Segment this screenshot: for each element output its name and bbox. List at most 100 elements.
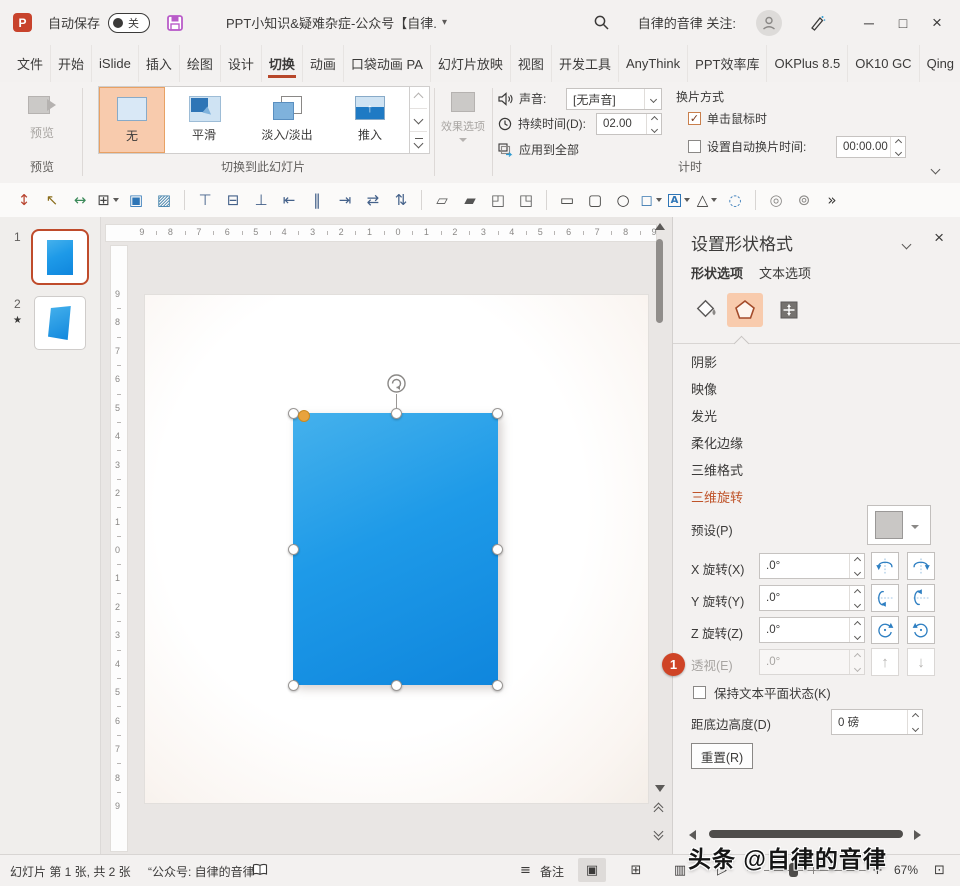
scroll-left-arrow[interactable] (689, 830, 696, 840)
auto-advance-checkbox[interactable] (688, 140, 701, 153)
tab-shape-options[interactable]: 形状选项 (691, 263, 743, 282)
align-right-button[interactable]: ⇥ (331, 187, 359, 213)
title-dropdown-caret-icon[interactable]: ▾ (442, 17, 447, 28)
save-icon[interactable] (166, 14, 184, 32)
ribbon-tab-14[interactable]: PPT效率库 (688, 45, 767, 82)
ribbon-tab-13[interactable]: AnyThink (619, 45, 688, 82)
spinner-arrows[interactable] (849, 586, 864, 610)
scroll-right-arrow[interactable] (914, 830, 921, 840)
more-shapes-button[interactable]: ◻ (637, 187, 665, 213)
resize-handle-middle-left[interactable] (288, 544, 299, 555)
pen-tools-icon[interactable] (808, 14, 826, 32)
spinner-arrows[interactable] (849, 618, 864, 642)
ribbon-tab-5[interactable]: 绘图 (180, 45, 221, 82)
rotation-x-spinbox[interactable]: .0° (759, 553, 865, 579)
scroll-up-arrow[interactable] (655, 223, 665, 230)
transition-fade[interactable]: 淡入/淡出 (243, 87, 331, 153)
rotate-x-right-button[interactable] (907, 552, 935, 580)
autosave-toggle[interactable]: 关 (108, 13, 150, 33)
fit-height-button[interactable]: ↕ (10, 187, 38, 213)
transition-push[interactable]: ↑ 推入 (331, 87, 409, 153)
spinner-arrows[interactable] (646, 114, 661, 134)
reset-button[interactable]: 重置(R) (691, 743, 753, 769)
shape-outline-button[interactable]: △ (693, 187, 721, 213)
gallery-scroll-up-button[interactable] (410, 87, 427, 109)
preset-dropdown[interactable] (867, 505, 931, 545)
dropdown-caret-icon[interactable] (911, 518, 919, 532)
slide-master-button[interactable]: ▣ (122, 187, 150, 213)
panel-section-1[interactable]: 阴影 (691, 349, 950, 376)
ribbon-tab-12[interactable]: 开发工具 (552, 45, 619, 82)
next-slide-button[interactable] (655, 831, 662, 839)
panel-section-3[interactable]: 发光 (691, 403, 950, 430)
ribbon-tab-10[interactable]: 幻灯片放映 (431, 45, 511, 82)
slide-thumbnail-1[interactable] (31, 229, 89, 285)
bring-forward-button[interactable]: ▱ (428, 187, 456, 213)
align-top-button[interactable]: ⊤ (191, 187, 219, 213)
merge-shapes-union-button[interactable]: ◎ (762, 187, 790, 213)
merge-shapes-combine-button[interactable]: ⊚ (790, 187, 818, 213)
panel-section-5[interactable]: 三维格式 (691, 457, 950, 484)
select-object-button[interactable]: ↖ (38, 187, 66, 213)
normal-view-button[interactable]: ▣ (578, 858, 606, 882)
gallery-expand-button[interactable] (410, 132, 427, 153)
collapse-panel-button[interactable] (903, 237, 910, 251)
minimize-button[interactable]: ─ (852, 7, 886, 39)
search-icon[interactable] (593, 14, 610, 31)
rounded-rectangle-shape-button[interactable]: ▢ (581, 187, 609, 213)
ellipse-shape-button[interactable]: ○ (609, 187, 637, 213)
ribbon-tab-16[interactable]: OK10 GC (848, 45, 919, 82)
ribbon-tab-8[interactable]: 动画 (303, 45, 344, 82)
selected-rectangle-shape[interactable] (293, 413, 498, 685)
distribute-vertical-button[interactable]: ⇅ (387, 187, 415, 213)
resize-handle-top-right[interactable] (492, 408, 503, 419)
rectangle-shape-button[interactable]: ▭ (553, 187, 581, 213)
resize-handle-middle-right[interactable] (492, 544, 503, 555)
resize-handle-bottom-right[interactable] (492, 680, 503, 691)
horizontal-scrollbar-thumb[interactable] (709, 830, 903, 838)
shape-adjust-handle[interactable] (298, 410, 310, 422)
rotation-y-spinbox[interactable]: .0° (759, 585, 865, 611)
rotate-y-down-button[interactable] (871, 584, 899, 612)
smart-align-button[interactable]: ↔ (66, 187, 94, 213)
ribbon-tab-11[interactable]: 视图 (511, 45, 552, 82)
align-left-button[interactable]: ⇤ (275, 187, 303, 213)
rotate-z-ccw-button[interactable] (871, 616, 899, 644)
rotate-y-up-button[interactable] (907, 584, 935, 612)
maximize-button[interactable]: □ (886, 7, 920, 39)
previous-slide-button[interactable] (655, 807, 662, 815)
preview-button[interactable]: 预览 (18, 88, 66, 148)
duration-spinbox[interactable]: 02.00 (596, 113, 662, 135)
size-properties-button[interactable] (771, 293, 807, 327)
sound-dropdown[interactable]: [无声音] (566, 88, 662, 110)
ribbon-tab-2[interactable]: 开始 (51, 45, 92, 82)
ribbon-tab-9[interactable]: 口袋动画 PA (344, 45, 431, 82)
layout-options-button[interactable]: ⊞ (94, 187, 122, 213)
apply-to-all-button[interactable]: 应用到全部 (498, 141, 579, 158)
collapse-ribbon-button[interactable] (926, 162, 944, 176)
slide-sorter-view-button[interactable]: ⊞ (622, 858, 650, 882)
avatar[interactable] (756, 10, 782, 36)
align-center-button[interactable]: ‖ (303, 187, 331, 213)
ribbon-tab-17[interactable]: Qing (920, 45, 960, 82)
rotation-handle[interactable] (386, 373, 407, 394)
slide-thumbnail-2[interactable] (34, 296, 86, 350)
on-click-checkbox[interactable]: ✓ (688, 112, 701, 125)
auto-advance-spinbox[interactable]: 00:00.00 (836, 136, 906, 158)
resize-handle-bottom-center[interactable] (391, 680, 402, 691)
transition-morph[interactable]: 平滑 (165, 87, 243, 153)
notes-button[interactable]: 备注 (540, 863, 564, 880)
rotation-z-spinbox[interactable]: .0° (759, 617, 865, 643)
rotate-z-cw-button[interactable] (907, 616, 935, 644)
distribute-horizontal-button[interactable]: ⇄ (359, 187, 387, 213)
resize-handle-top-center[interactable] (391, 408, 402, 419)
effects-button[interactable] (727, 293, 763, 327)
ribbon-tab-1[interactable]: 文件 (10, 45, 51, 82)
tab-text-options[interactable]: 文本选项 (759, 263, 811, 282)
transition-none[interactable]: 无 (99, 87, 165, 153)
spellcheck-icon[interactable] (252, 863, 268, 877)
spinner-arrows[interactable] (849, 554, 864, 578)
ribbon-tab-3[interactable]: iSlide (92, 45, 139, 82)
distance-spinbox[interactable]: 0 磅 (831, 709, 923, 735)
ribbon-tab-6[interactable]: 设计 (221, 45, 262, 82)
